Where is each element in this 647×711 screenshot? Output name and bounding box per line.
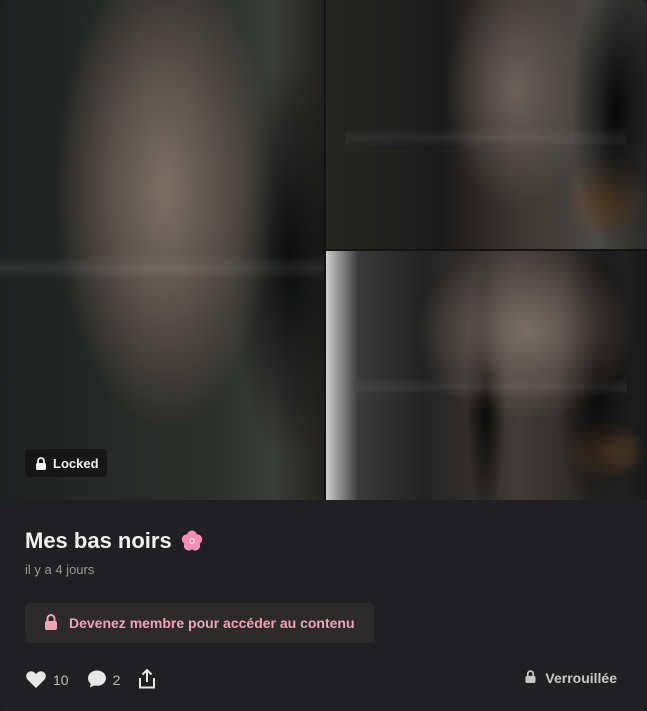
locked-badge-label: Locked bbox=[53, 455, 99, 471]
lock-icon bbox=[44, 613, 58, 633]
lock-icon bbox=[35, 456, 47, 470]
lock-status: Verrouillée bbox=[525, 670, 617, 686]
comment-icon bbox=[87, 669, 107, 692]
lock-icon bbox=[525, 670, 536, 686]
share-button[interactable] bbox=[138, 668, 156, 692]
like-button[interactable]: 10 bbox=[25, 669, 69, 692]
become-member-label: Devenez membre pour accéder au contenu bbox=[69, 615, 355, 631]
lock-status-label: Verrouillée bbox=[545, 670, 617, 686]
image-gallery[interactable]: Locked bbox=[0, 0, 647, 500]
cherry-blossom-icon bbox=[180, 529, 204, 553]
post-actions: 10 2 bbox=[25, 667, 174, 693]
comment-count: 2 bbox=[112, 672, 121, 688]
locked-badge: Locked bbox=[25, 449, 107, 477]
blurred-image-bottom-right[interactable] bbox=[326, 251, 647, 500]
become-member-button[interactable]: Devenez membre pour accéder au contenu bbox=[25, 603, 374, 643]
blurred-image-top-right[interactable] bbox=[326, 0, 647, 249]
share-icon bbox=[138, 668, 156, 692]
like-count: 10 bbox=[53, 672, 69, 688]
post-title: Mes bas noirs bbox=[25, 528, 204, 554]
blurred-image-main[interactable] bbox=[0, 0, 324, 500]
post-title-text: Mes bas noirs bbox=[25, 528, 172, 553]
heart-icon bbox=[25, 669, 47, 692]
comment-button[interactable]: 2 bbox=[87, 669, 121, 692]
post-date: il y a 4 jours bbox=[25, 562, 95, 577]
post-card: Locked Mes bas noirs il y a 4 jours Deve… bbox=[0, 0, 647, 711]
